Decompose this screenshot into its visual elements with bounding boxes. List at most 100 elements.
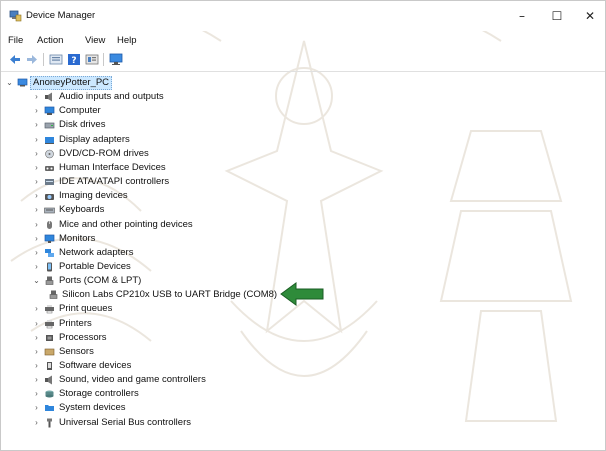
device-item-silicon-labs-cp210x-usb-to-uart-bridge-com8[interactable]: Silicon Labs CP210x USB to UART Bridge (…: [1, 288, 321, 302]
menu-bar: File Action View Help: [1, 31, 605, 49]
forward-icon[interactable]: [25, 53, 39, 66]
tree-item-label: Imaging devices: [59, 190, 128, 202]
help-icon[interactable]: ?: [67, 53, 81, 66]
usb-icon: [47, 418, 52, 428]
close-button[interactable]: ✕: [573, 1, 605, 31]
category-ports-com-lpt[interactable]: ⌄ Ports (COM & LPT): [1, 274, 321, 288]
printer-icon: [45, 319, 54, 328]
expand-chevron-icon[interactable]: ›: [32, 246, 41, 260]
category-mice-and-other-pointing-devices[interactable]: › Mice and other pointing devices: [1, 218, 321, 232]
port-icon: [45, 276, 54, 285]
expand-chevron-icon[interactable]: ›: [32, 118, 41, 132]
category-processors[interactable]: › Processors: [1, 331, 321, 345]
tree-root-label: AnoneyPotter_PC: [30, 76, 113, 90]
portable-device-icon: [47, 262, 52, 272]
collapse-chevron-icon[interactable]: ⌄: [32, 274, 41, 288]
expand-chevron-icon[interactable]: ›: [32, 90, 41, 104]
category-portable-devices[interactable]: › Portable Devices: [1, 260, 321, 274]
category-ide-ata-atapi-controllers[interactable]: › IDE ATA/ATAPI controllers: [1, 175, 321, 189]
svg-text:?: ?: [71, 56, 76, 66]
device-manager-icon: [9, 10, 22, 22]
tree-item-label: Processors: [59, 331, 107, 343]
expand-chevron-icon[interactable]: ›: [32, 331, 41, 345]
menu-action[interactable]: Action: [37, 35, 63, 46]
category-keyboards[interactable]: › Keyboards: [1, 203, 321, 217]
menu-view[interactable]: View: [85, 35, 105, 46]
expand-chevron-icon[interactable]: ›: [32, 203, 41, 217]
back-icon[interactable]: [8, 53, 22, 66]
toolbar-separator: [43, 53, 44, 66]
minimize-button[interactable]: –: [505, 1, 539, 31]
green-arrow-icon: [280, 282, 324, 306]
expand-chevron-icon[interactable]: ›: [32, 260, 41, 274]
category-monitors[interactable]: › Monitors: [1, 232, 321, 246]
expand-chevron-icon[interactable]: ›: [32, 317, 41, 331]
menu-help[interactable]: Help: [117, 35, 137, 46]
tree-item-label: Monitors: [59, 232, 96, 244]
expand-chevron-icon[interactable]: ›: [32, 161, 41, 175]
expand-chevron-icon[interactable]: ›: [32, 175, 41, 189]
category-sensors[interactable]: › Sensors: [1, 345, 321, 359]
expand-chevron-icon[interactable]: ›: [32, 104, 41, 118]
collapse-chevron-icon[interactable]: ⌄: [5, 76, 14, 90]
tree-item-label: Ports (COM & LPT): [59, 275, 142, 287]
category-audio-inputs-and-outputs[interactable]: › Audio inputs and outputs: [1, 90, 321, 104]
hid-icon: [45, 165, 54, 171]
toolbar: ?: [1, 50, 605, 69]
window-title: Device Manager: [26, 10, 96, 21]
category-human-interface-devices[interactable]: › Human Interface Devices: [1, 161, 321, 175]
category-imaging-devices[interactable]: › Imaging devices: [1, 189, 321, 203]
expand-chevron-icon[interactable]: ›: [32, 218, 41, 232]
expand-chevron-icon[interactable]: ›: [32, 373, 41, 387]
title-bar: Device Manager – ☐ ✕: [1, 1, 605, 31]
expand-chevron-icon[interactable]: ›: [32, 359, 41, 373]
camera-icon: [45, 194, 54, 201]
category-software-devices[interactable]: › Software devices: [1, 359, 321, 373]
category-storage-controllers[interactable]: › Storage controllers: [1, 387, 321, 401]
device-tree: ⌄ AnoneyPotter_PC › Audio inputs and output…: [1, 71, 605, 450]
tree-item-label: Software devices: [59, 360, 132, 371]
monitor-icon[interactable]: [109, 53, 123, 66]
expand-chevron-icon[interactable]: ›: [32, 232, 41, 246]
tree-item-label: Sound, video and game controllers: [59, 374, 206, 386]
category-print-queues[interactable]: › Print queues: [1, 302, 321, 316]
expand-chevron-icon[interactable]: ›: [32, 345, 41, 359]
category-universal-serial-bus-controllers[interactable]: › Universal Serial Bus controllers: [1, 416, 321, 430]
maximize-button[interactable]: ☐: [540, 1, 574, 31]
tree-item-label: Sensors: [59, 345, 94, 357]
category-display-adapters[interactable]: › Display adapters: [1, 133, 321, 147]
menu-file[interactable]: File: [8, 35, 23, 46]
details-icon[interactable]: [85, 53, 99, 66]
category-network-adapters[interactable]: › Network adapters: [1, 246, 321, 260]
category-disk-drives[interactable]: › Disk drives: [1, 118, 321, 132]
speaker-icon: [45, 92, 52, 102]
tree-root[interactable]: ⌄ AnoneyPotter_PC: [1, 76, 301, 90]
mouse-icon: [47, 220, 52, 229]
category-dvd-cd-rom-drives[interactable]: › DVD/CD-ROM drives: [1, 147, 321, 161]
computer-root-icon: [17, 78, 28, 87]
category-printers[interactable]: › Printers: [1, 317, 321, 331]
expand-chevron-icon[interactable]: ›: [32, 416, 41, 430]
disk-drive-icon: [44, 123, 55, 129]
expand-chevron-icon[interactable]: ›: [32, 133, 41, 147]
tree-item-label: DVD/CD-ROM drives: [59, 147, 149, 159]
category-sound-video-and-game-controllers[interactable]: › Sound, video and game controllers: [1, 373, 321, 387]
expand-chevron-icon[interactable]: ›: [32, 387, 41, 401]
display-adapter-icon: [45, 136, 54, 144]
expand-chevron-icon[interactable]: ›: [32, 401, 41, 415]
printer-icon: [45, 305, 54, 314]
dvd-drive-icon: [45, 149, 54, 159]
tree-item-label: Computer: [59, 105, 101, 117]
computer-icon: [44, 106, 55, 116]
expand-chevron-icon[interactable]: ›: [32, 302, 41, 316]
tree-item-label: Keyboards: [59, 204, 105, 216]
properties-icon[interactable]: [49, 53, 63, 66]
tree-item-label: Storage controllers: [59, 388, 139, 400]
category-computer[interactable]: › Computer: [1, 104, 321, 118]
expand-chevron-icon[interactable]: ›: [32, 147, 41, 161]
expand-chevron-icon[interactable]: ›: [32, 189, 41, 203]
tree-item-label: Audio inputs and outputs: [59, 91, 164, 103]
tree-item-label: Display adapters: [59, 133, 130, 145]
category-system-devices[interactable]: › System devices: [1, 401, 321, 415]
port-icon: [49, 290, 58, 300]
